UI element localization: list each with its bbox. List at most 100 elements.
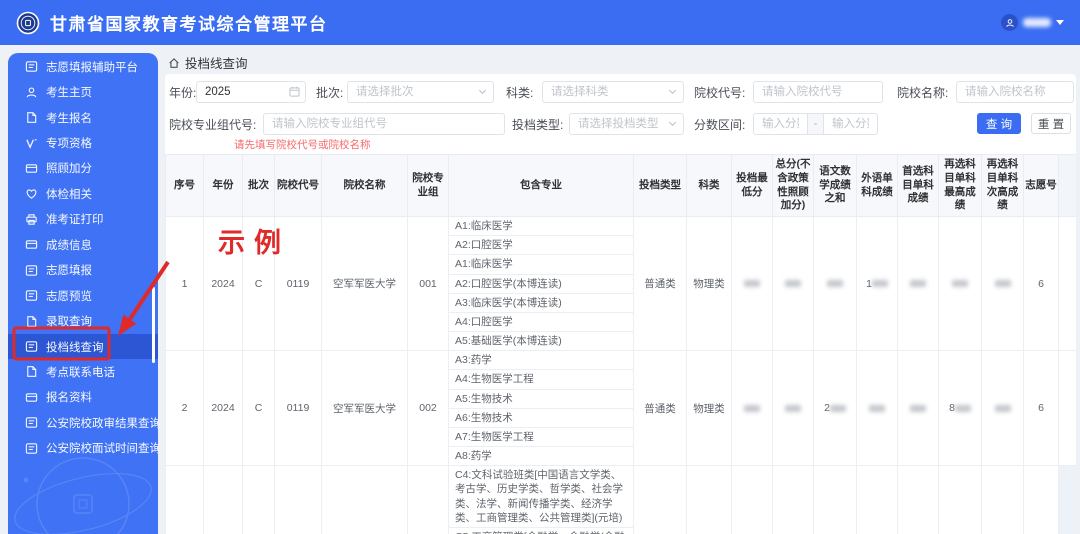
cell-score — [772, 465, 814, 534]
cell-score — [772, 350, 814, 467]
college-name-input[interactable] — [956, 81, 1074, 103]
major-item: C4:文科试验班类[中国语言文学类、考古学、历史学类、哲学类、社会学类、法学、新… — [449, 466, 633, 528]
major-item: A3:临床医学(本博连读) — [449, 294, 633, 313]
sidebar-item-label: 准考证打印 — [46, 214, 104, 227]
user-menu[interactable] — [1001, 14, 1064, 31]
college-code-input[interactable] — [753, 81, 883, 103]
table-gutter-cell — [1058, 465, 1076, 534]
card-icon — [25, 238, 38, 251]
table-row: 1 2024 C 0119 空军军医大学 001 A1:临床医学 A2:口腔医学 A1:临床医学… — [165, 215, 1076, 352]
user-avatar-icon[interactable] — [1001, 14, 1018, 31]
sidebar-item-label: 专项资格 — [46, 138, 92, 151]
page-title: 甘肃省国家教育考试综合管理平台 — [50, 15, 328, 34]
column-header: 院校专业组 — [407, 154, 449, 217]
cell-subject-type: 物理类 — [686, 215, 732, 352]
column-header: 科类 — [686, 154, 732, 217]
cell-score — [731, 215, 773, 352]
column-header: 语文数学成绩之和 — [813, 154, 857, 217]
column-header: 年份 — [203, 154, 243, 217]
cell-majors: A3:药学 A4:生物医学工程 A5:生物技术 A6:生物技术 A7:生物医学工程 A8:… — [448, 350, 634, 467]
heart-icon — [25, 187, 38, 200]
column-header: 院校代号 — [274, 154, 322, 217]
cell-score — [981, 465, 1024, 534]
table-gutter-cell — [1058, 215, 1076, 352]
cell-subject-type: 物理类 — [686, 350, 732, 467]
cell-score — [856, 465, 898, 534]
column-header: 志愿号 — [1023, 154, 1059, 217]
year-input[interactable] — [196, 81, 306, 103]
cell-score — [938, 215, 982, 352]
printer-icon — [25, 213, 38, 226]
column-header: 院校名称 — [321, 154, 408, 217]
sidebar-item-考点联系电话[interactable]: 考点联系电话 — [8, 359, 158, 384]
cell-score — [897, 465, 939, 534]
redacted-score-value — [952, 280, 968, 288]
search-button[interactable]: 查 询 — [977, 113, 1021, 134]
sidebar-item-录取查询[interactable]: 录取查询 — [8, 308, 158, 333]
cell-score — [772, 215, 814, 352]
column-header: 再选科目单科最高成绩 — [938, 154, 982, 217]
results-table: 序号 年份 批次 院校代号 院校名称 院校专业组 包含专业 投档类型 科类 投档最低分 总分(不含政… — [165, 154, 1076, 534]
redacted-score-value — [744, 280, 760, 288]
sidebar-item-label: 考点联系电话 — [46, 366, 115, 379]
score-max-input[interactable] — [823, 113, 878, 135]
sidebar-item-label: 志愿预览 — [46, 290, 92, 303]
column-header: 外语单科成绩 — [856, 154, 898, 217]
caret-down-icon[interactable] — [1056, 20, 1064, 25]
major-item: C5:工商管理类[金融学、金融学(金融经济学)、会计学、市场营销] — [449, 528, 633, 534]
subject-select[interactable] — [542, 81, 684, 103]
sidebar-scrollbar-thumb[interactable] — [152, 287, 155, 363]
redacted-score-value — [829, 404, 846, 412]
column-header: 序号 — [165, 154, 204, 217]
platform-logo-icon — [16, 11, 40, 35]
sidebar-item-考生报名[interactable]: 考生报名 — [8, 105, 158, 130]
sidebar-item-照顾加分[interactable]: 照顾加分 — [8, 156, 158, 181]
score-range-separator: - — [808, 113, 823, 135]
group-code-input[interactable] — [263, 113, 505, 135]
reset-button[interactable]: 重 置 — [1031, 113, 1071, 134]
major-item: A4:口腔医学 — [449, 313, 633, 333]
redacted-score-value — [871, 280, 888, 288]
cell-score — [981, 215, 1024, 352]
batch-select[interactable] — [347, 81, 494, 103]
college-name-label: 院校名称: — [897, 85, 949, 100]
user-name-redacted — [1023, 18, 1051, 27]
file-type-label: 投档类型: — [512, 117, 564, 132]
sidebar-item-体检相关[interactable]: 体检相关 — [8, 181, 158, 206]
sidebar-item-考生主页[interactable]: 考生主页 — [8, 79, 158, 104]
major-item: A1:临床医学 — [449, 255, 633, 275]
sidebar-item-志愿填报[interactable]: 志愿填报 — [8, 258, 158, 283]
sidebar-item-成绩信息[interactable]: 成绩信息 — [8, 232, 158, 257]
sidebar-item-label: 投档线查询 — [46, 341, 104, 354]
cell-score — [813, 465, 857, 534]
subject-label: 科类: — [506, 85, 534, 100]
cell-batch — [242, 465, 275, 534]
sidebar-item-准考证打印[interactable]: 准考证打印 — [8, 207, 158, 232]
sidebar-item-志愿预览[interactable]: 志愿预览 — [8, 283, 158, 308]
cell-college-code — [274, 465, 322, 534]
sidebar-item-公安院校面试时间查询[interactable]: 公安院校面试时间查询 — [8, 436, 158, 461]
cell-score — [938, 465, 982, 534]
cell-college-name: 空军军医大学 — [321, 350, 408, 467]
sidebar-item-报名资料[interactable]: 报名资料 — [8, 385, 158, 410]
major-item: A1:临床医学 — [449, 217, 633, 237]
results-table-wrap: 序号 年份 批次 院校代号 院校名称 院校专业组 包含专业 投档类型 科类 投档最低分 总分(不含政… — [165, 154, 1076, 534]
column-header: 投档类型 — [633, 154, 687, 217]
sidebar-item-志愿填报辅助平台[interactable]: 志愿填报辅助平台 — [8, 54, 158, 79]
table-gutter-header — [1058, 154, 1076, 217]
cell-year: 2024 — [203, 215, 243, 352]
sidebar-item-专项资格[interactable]: 专项资格 — [8, 130, 158, 155]
major-item: A2:口腔医学(本博连读) — [449, 275, 633, 294]
cell-file-type — [633, 465, 687, 534]
file-type-select[interactable] — [569, 113, 684, 135]
sidebar-item-公安院校政审结果查询[interactable]: 公安院校政审结果查询 — [8, 410, 158, 435]
sidebar-item-label: 成绩信息 — [46, 239, 92, 252]
column-header: 总分(不含政策性照顾加分) — [772, 154, 814, 217]
query-panel: 年份: 批次: 科类: 院校代号: — [165, 74, 1076, 534]
form-icon — [25, 289, 38, 302]
cell-year: 2024 — [203, 350, 243, 467]
column-header: 批次 — [242, 154, 275, 217]
form-icon — [25, 60, 38, 73]
score-min-input[interactable] — [753, 113, 808, 135]
sidebar-item-投档线查询[interactable]: 投档线查询 — [8, 333, 158, 360]
